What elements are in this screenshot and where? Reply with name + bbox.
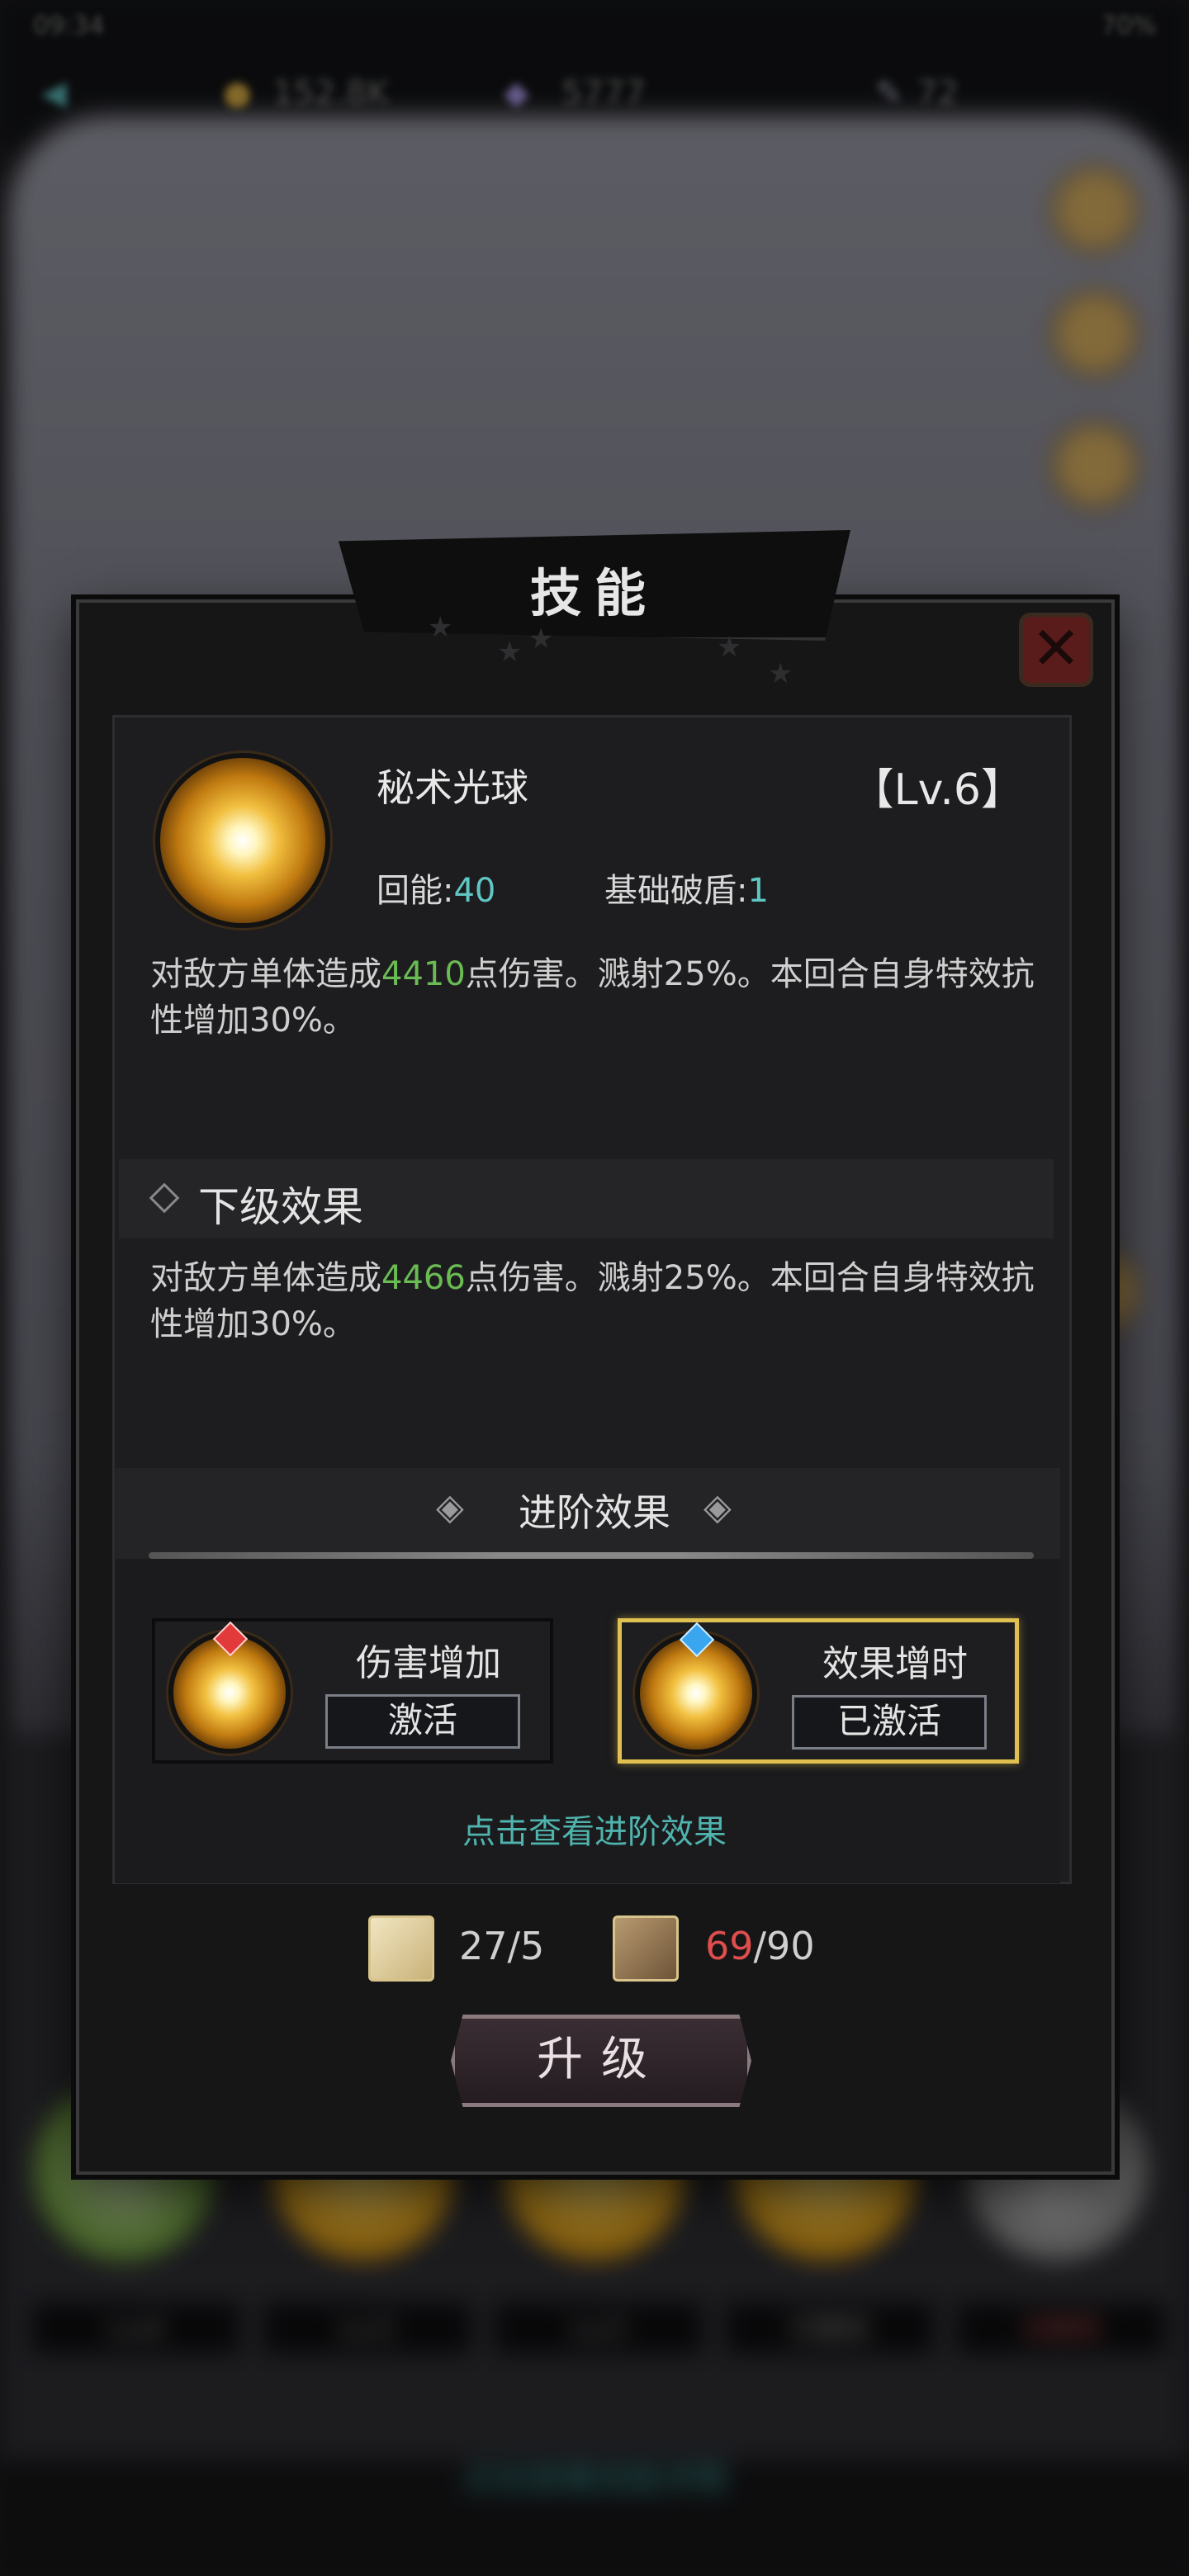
skill-book-icon — [368, 1915, 434, 1982]
skill-icon — [160, 758, 325, 923]
damage-value: 4410 — [381, 955, 466, 993]
close-icon: ✕ — [1030, 613, 1082, 683]
book-count: 27/5 — [459, 1924, 545, 1968]
skill-description: 对敌方单体造成4410点伤害。溅射25%。本回合自身特效抗性增加30%。 — [150, 955, 1035, 1039]
advanced-option-duration[interactable]: 效果增时 已激活 — [618, 1618, 1019, 1764]
option-title: 效果增时 — [822, 1643, 968, 1685]
next-level-description: 对敌方单体造成4466点伤害。溅射25%。本回合自身特效抗性增加30%。 — [150, 1259, 1035, 1343]
scroll-count: 69/90 — [705, 1924, 815, 1968]
close-button[interactable]: ✕ — [1019, 613, 1093, 687]
divider — [149, 1552, 1034, 1559]
skill-level: 【Lv.6】 — [850, 765, 1024, 815]
star-icon: ★ — [768, 657, 793, 690]
activated-button[interactable]: 已激活 — [792, 1695, 987, 1750]
sparkle-icon: ◈ — [703, 1486, 732, 1528]
energy-stat: 回能:40 — [377, 872, 496, 910]
scroll-icon — [613, 1915, 679, 1982]
advanced-title: 进阶效果 — [519, 1490, 670, 1535]
activate-button[interactable]: 激活 — [325, 1694, 520, 1749]
break-stat: 基础破盾:1 — [604, 872, 769, 910]
energy-value: 40 — [453, 872, 496, 910]
star-icon: ★ — [428, 611, 453, 644]
next-level-header: 下级效果 — [119, 1159, 1054, 1238]
dialog-title: 技能 — [529, 563, 659, 623]
diamond-icon — [149, 1182, 180, 1214]
star-icon: ★ — [717, 631, 742, 664]
option-title: 伤害增加 — [356, 1642, 501, 1684]
next-damage-value: 4466 — [381, 1259, 466, 1297]
view-advanced-link[interactable]: 点击查看进阶效果 — [0, 1805, 1189, 1853]
advanced-option-damage[interactable]: 伤害增加 激活 — [152, 1618, 553, 1764]
break-value: 1 — [747, 872, 769, 910]
skill-name: 秘术光球 — [377, 765, 528, 810]
upgrade-button[interactable]: 升级 — [451, 2015, 751, 2107]
star-icon: ★ — [497, 636, 523, 669]
next-level-title: 下级效果 — [198, 1183, 363, 1231]
star-icon: ★ — [528, 623, 554, 656]
